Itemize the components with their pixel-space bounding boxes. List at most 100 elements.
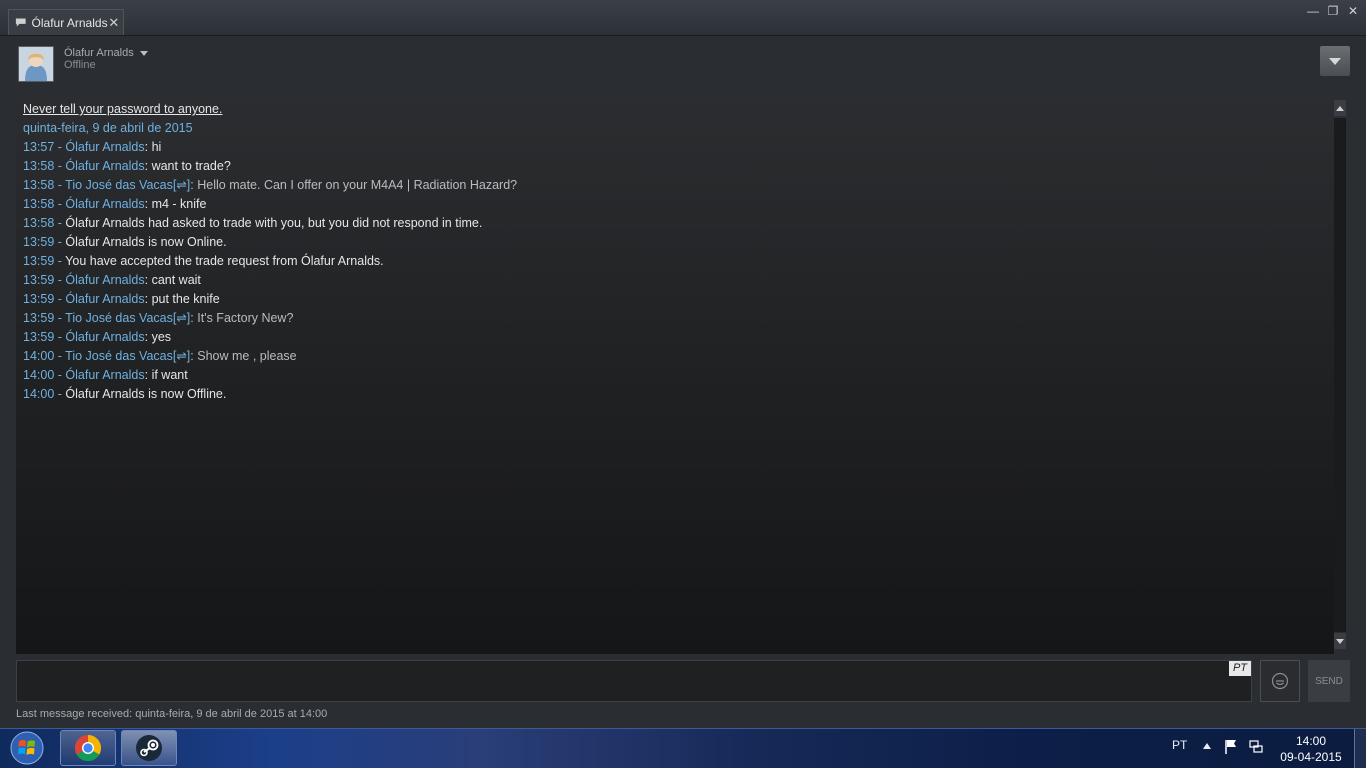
chat-message: 13:59 - Ólafur Arnalds is now Online. — [23, 233, 1327, 252]
chat-log: Never tell your password to anyone. quin… — [16, 96, 1334, 654]
friend-name-dropdown[interactable]: Ólafur Arnalds — [64, 47, 148, 59]
last-message-info: Last message received: quinta-feira, 9 d… — [16, 708, 328, 720]
tray-language-indicator[interactable]: PT — [1172, 738, 1187, 752]
message-text: You have accepted the trade request from… — [65, 254, 384, 268]
tab-close-button[interactable]: ✕ — [108, 15, 120, 31]
clock-time: 14:00 — [1295, 734, 1327, 748]
clock-date: 09-04-2015 — [1280, 750, 1342, 764]
chat-menu-button[interactable] — [1320, 46, 1350, 76]
message-sender[interactable]: Ólafur Arnalds — [65, 368, 144, 382]
message-time: 13:59 — [23, 254, 55, 268]
chevron-down-icon — [1336, 638, 1344, 644]
message-text: if want — [151, 368, 188, 382]
message-separator: - — [54, 368, 66, 382]
message-text: Ólafur Arnalds had asked to trade with y… — [65, 216, 483, 230]
message-sender[interactable]: Ólafur Arnalds — [65, 140, 144, 154]
steam-icon — [136, 735, 162, 761]
message-separator: - — [54, 387, 66, 401]
message-colon: : — [144, 159, 152, 173]
show-desktop-button[interactable] — [1354, 729, 1366, 768]
chat-header — [0, 36, 1366, 94]
message-sender[interactable]: Tio José das Vacas[⇌] — [65, 178, 190, 192]
chat-message: 13:59 - Tio José das Vacas[⇌]: It's Fact… — [23, 309, 1327, 328]
message-colon: : — [144, 330, 152, 344]
taskbar-chrome-button[interactable] — [60, 730, 116, 766]
windows-start-icon — [10, 731, 44, 765]
message-time: 14:00 — [23, 349, 55, 363]
chat-icon — [15, 18, 26, 27]
input-language-indicator: PT — [1229, 661, 1251, 676]
message-time: 14:00 — [23, 387, 55, 401]
message-sender[interactable]: Ólafur Arnalds — [65, 159, 144, 173]
scroll-down-button[interactable] — [1334, 633, 1346, 649]
message-text: put the knife — [151, 292, 220, 306]
message-sender[interactable]: Tio José das Vacas[⇌] — [65, 349, 190, 363]
message-separator: - — [54, 330, 66, 344]
close-window-button[interactable]: ✕ — [1346, 4, 1360, 18]
message-text: It's Factory New? — [197, 311, 294, 325]
chat-message: 13:58 - Ólafur Arnalds had asked to trad… — [23, 214, 1327, 233]
tab-chat-olafur[interactable]: Ólafur Arnalds ✕ — [8, 9, 124, 35]
restore-button[interactable]: ❐ — [1326, 4, 1340, 18]
message-time: 13:57 — [23, 140, 55, 154]
message-separator: - — [54, 254, 66, 268]
minimize-button[interactable]: — — [1306, 4, 1320, 18]
message-time: 13:59 — [23, 330, 55, 344]
message-text: Ólafur Arnalds is now Offline. — [65, 387, 227, 401]
action-center-flag[interactable] — [1224, 739, 1238, 759]
message-sender[interactable]: Ólafur Arnalds — [65, 197, 144, 211]
start-button[interactable] — [6, 730, 48, 766]
message-time: 13:59 — [23, 311, 55, 325]
friend-avatar[interactable] — [18, 46, 54, 82]
message-list: 13:57 - Ólafur Arnalds: hi 13:58 - Ólafur… — [23, 138, 1327, 404]
emoticon-icon — [1271, 672, 1289, 690]
message-separator: - — [54, 292, 66, 306]
message-sender[interactable]: Ólafur Arnalds — [65, 273, 144, 287]
message-colon: : — [144, 197, 152, 211]
taskbar-clock[interactable]: 14:00 09-04-2015 — [1276, 733, 1346, 765]
chevron-up-icon — [1336, 105, 1344, 111]
message-time: 13:58 — [23, 197, 55, 211]
chat-message: 13:58 - Ólafur Arnalds: want to trade? — [23, 157, 1327, 176]
message-sender[interactable]: Ólafur Arnalds — [65, 292, 144, 306]
chat-message: 13:57 - Ólafur Arnalds: hi — [23, 138, 1327, 157]
chevron-down-icon — [139, 50, 148, 56]
chat-message: 13:59 - Ólafur Arnalds: put the knife — [23, 290, 1327, 309]
message-text: cant wait — [151, 273, 201, 287]
taskbar-steam-button[interactable] — [121, 730, 177, 766]
scrollbar-track[interactable] — [1334, 118, 1346, 632]
message-time: 13:58 — [23, 159, 55, 173]
message-text: Hello mate. Can I offer on your M4A4 | R… — [197, 178, 518, 192]
message-text: Show me , please — [197, 349, 297, 363]
message-time: 13:59 — [23, 292, 55, 306]
scroll-up-button[interactable] — [1334, 100, 1346, 116]
send-button[interactable]: SEND — [1308, 660, 1350, 702]
message-text: hi — [151, 140, 162, 154]
security-warning[interactable]: Never tell your password to anyone. — [23, 100, 1327, 119]
message-separator: - — [54, 197, 66, 211]
tray-show-hidden-icons[interactable] — [1203, 741, 1211, 751]
chat-message: 14:00 - Ólafur Arnalds is now Offline. — [23, 385, 1327, 404]
message-input[interactable] — [16, 660, 1252, 702]
message-time: 13:59 — [23, 273, 55, 287]
chevron-up-icon — [1203, 743, 1211, 749]
chevron-down-icon — [1329, 57, 1341, 65]
message-colon: : — [144, 140, 152, 154]
message-sender[interactable]: Tio José das Vacas[⇌] — [65, 311, 190, 325]
network-icon — [1249, 740, 1263, 753]
message-time: 13:58 — [23, 178, 55, 192]
tab-label: Ólafur Arnalds — [31, 15, 108, 30]
emoticon-button[interactable] — [1260, 660, 1300, 702]
network-status[interactable] — [1249, 740, 1263, 758]
message-separator: - — [54, 349, 66, 363]
window-controls: — ❐ ✕ — [1306, 4, 1360, 18]
message-sender[interactable]: Ólafur Arnalds — [65, 330, 144, 344]
friend-status: Offline — [64, 59, 96, 71]
message-time: 13:58 — [23, 216, 55, 230]
message-separator: - — [54, 216, 66, 230]
message-text: Ólafur Arnalds is now Online. — [65, 235, 227, 249]
chat-message: 13:59 - Ólafur Arnalds: yes — [23, 328, 1327, 347]
flag-icon — [1225, 740, 1236, 754]
message-separator: - — [54, 235, 66, 249]
message-time: 14:00 — [23, 368, 55, 382]
